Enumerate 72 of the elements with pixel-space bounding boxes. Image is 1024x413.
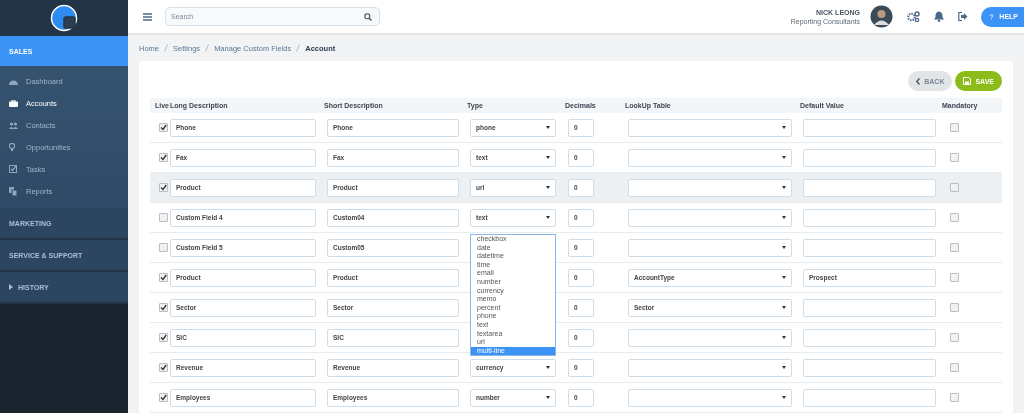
checkbox[interactable] [159,273,168,282]
logo [50,4,78,32]
checkbox[interactable] [950,243,959,252]
floppy-icon [963,77,972,85]
lookup-select[interactable] [628,328,792,347]
checkbox[interactable] [950,153,959,162]
question-icon [990,12,994,21]
gears-icon[interactable] [907,11,920,22]
lookup-select[interactable] [628,208,792,227]
lookup-select[interactable] [628,118,792,137]
caret-icon [782,126,786,129]
bell-icon[interactable] [934,11,944,22]
caret-icon [9,284,13,290]
slash-separator-icon [164,44,168,52]
lookup-select[interactable] [628,238,792,257]
lookup-select[interactable] [628,358,792,377]
menu-icon[interactable] [143,12,152,21]
checkbox[interactable] [159,183,168,192]
checkbox[interactable] [950,273,959,282]
caret-icon [546,126,550,129]
checkbox[interactable] [950,393,959,402]
caret-icon [782,276,786,279]
avatar[interactable] [870,5,893,28]
text-field[interactable] [803,118,936,137]
text-field[interactable] [803,328,936,347]
documents-icon [9,186,17,196]
checkbox[interactable] [159,153,168,162]
text-field[interactable] [803,358,936,377]
checkbox[interactable] [159,243,168,252]
checkbox[interactable] [159,213,168,222]
text-field[interactable] [803,148,936,167]
lookup-select[interactable] [628,148,792,167]
checkbox[interactable] [159,333,168,342]
caret-icon [546,186,550,189]
checkbox[interactable] [159,123,168,132]
chevron-left-icon [916,77,921,85]
caret-icon [782,396,786,399]
text-field[interactable] [803,178,936,197]
caret-icon [546,366,550,369]
checkbox[interactable] [950,183,959,192]
caret-icon [546,396,550,399]
checkbox[interactable] [159,303,168,312]
caret-icon [782,216,786,219]
checkbox[interactable] [950,333,959,342]
lookup-select[interactable] [628,388,792,407]
caret-icon [782,156,786,159]
checkbox-icon [9,165,17,173]
lookup-select[interactable] [628,178,792,197]
caret-icon [546,216,550,219]
logout-icon[interactable] [958,12,968,21]
text-field[interactable] [803,208,936,227]
text-field[interactable] [803,388,936,407]
caret-icon [782,186,786,189]
checkbox[interactable] [159,363,168,372]
checkbox[interactable] [950,213,959,222]
caret-icon [782,246,786,249]
search-icon[interactable] [364,12,372,21]
caret-icon [546,156,550,159]
caret-icon [782,366,786,369]
lightbulb-icon [9,143,15,151]
checkbox[interactable] [159,393,168,402]
caret-icon [782,306,786,309]
caret-icon [782,336,786,339]
checkbox[interactable] [950,123,959,132]
text-field[interactable] [803,238,936,257]
checkbox[interactable] [950,303,959,312]
people-icon [9,121,18,129]
briefcase-icon [9,99,18,107]
slash-separator-icon [296,44,301,52]
text-field[interactable] [803,298,936,317]
slash-separator-icon [205,44,210,52]
checkbox[interactable] [950,363,959,372]
